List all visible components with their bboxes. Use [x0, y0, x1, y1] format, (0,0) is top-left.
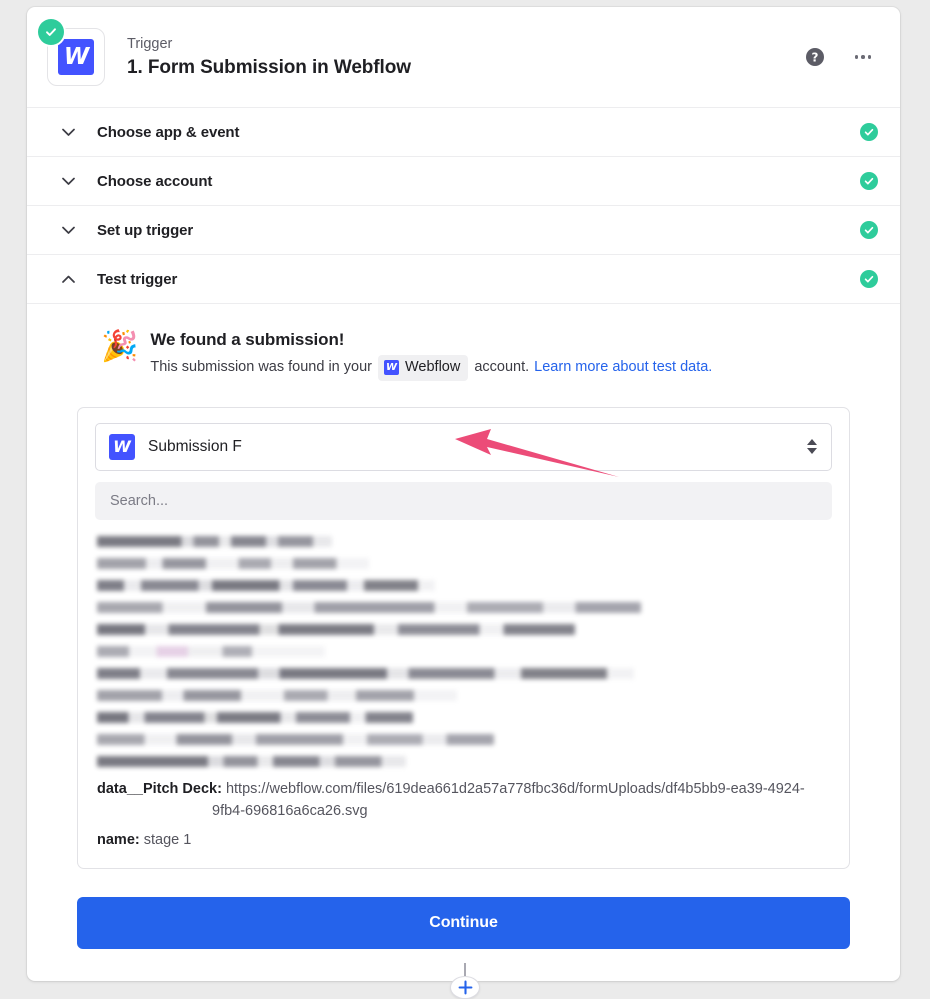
redacted-field-row	[97, 733, 494, 745]
add-step-button[interactable]	[450, 975, 480, 999]
step-title: 1. Form Submission in Webflow	[127, 56, 411, 78]
chevron-down-icon	[61, 174, 75, 188]
webflow-logo-mark: W	[58, 39, 94, 75]
test-data-panel: W Submission F Search... data__Pitch Dec…	[77, 406, 850, 870]
section-complete-check-icon	[860, 123, 878, 141]
field-value: stage 1	[143, 831, 192, 848]
chevron-down-icon	[807, 448, 817, 455]
step-header: W Trigger 1. Form Submission in Webflow …	[27, 7, 900, 107]
section-label: Test trigger	[97, 270, 178, 288]
webflow-chip-logo: W	[384, 360, 399, 376]
ellipsis-icon	[854, 55, 872, 59]
search-input[interactable]	[95, 481, 832, 520]
redacted-field-row	[97, 689, 458, 701]
svg-text:?: ?	[812, 50, 819, 64]
redacted-field-row	[97, 535, 333, 547]
more-options-icon[interactable]	[852, 46, 874, 68]
help-icon[interactable]: ?	[804, 46, 826, 68]
field-row-name: name: stage 1	[95, 829, 832, 851]
found-description-suffix: account.	[474, 359, 530, 375]
step-header-actions: ?	[804, 46, 878, 68]
section-label: Set up trigger	[97, 221, 194, 239]
record-select-value: Submission F	[148, 437, 242, 455]
chevron-down-icon	[61, 125, 75, 139]
stepper-arrows-icon[interactable]	[807, 439, 817, 455]
section-test-trigger[interactable]: Test trigger	[27, 254, 900, 303]
webflow-chip-label: Webflow	[405, 359, 461, 375]
trigger-step-card: W Trigger 1. Form Submission in Webflow …	[27, 7, 900, 982]
redacted-field-row	[97, 711, 414, 723]
field-key: data__Pitch Deck:	[97, 780, 222, 797]
party-popper-icon: 🎉	[101, 330, 139, 363]
section-label: Choose account	[97, 172, 213, 190]
found-description-prefix: This submission was found in your	[150, 359, 372, 375]
section-complete-check-icon	[860, 172, 878, 190]
field-row-pitch-deck: data__Pitch Deck: https://webflow.com/fi…	[95, 778, 832, 823]
chevron-down-icon	[61, 223, 75, 237]
webflow-record-icon: W	[109, 433, 135, 460]
webflow-account-chip: W Webflow	[378, 355, 469, 381]
section-choose-account[interactable]: Choose account	[27, 156, 900, 205]
step-header-texts: Trigger 1. Form Submission in Webflow	[127, 34, 804, 81]
app-icon-wrap: W	[38, 19, 105, 86]
redacted-field-row	[97, 557, 369, 569]
found-submission-block: 🎉 We found a submission! This submission…	[77, 330, 850, 381]
continue-button[interactable]: Continue	[77, 897, 850, 950]
found-submission-description: This submission was found in your W Webf…	[150, 355, 850, 381]
section-choose-app-and-event[interactable]: Choose app & event	[27, 107, 900, 156]
redacted-field-row	[97, 623, 575, 635]
redacted-field-row	[97, 601, 641, 613]
step-connector	[0, 963, 930, 999]
learn-more-link[interactable]: Learn more about test data.	[534, 357, 712, 379]
section-set-up-trigger[interactable]: Set up trigger	[27, 205, 900, 254]
step-kicker: Trigger	[127, 35, 173, 52]
redacted-fields-list	[95, 535, 832, 767]
chevron-up-icon	[807, 439, 817, 446]
record-select-dropdown[interactable]: W Submission F	[95, 422, 832, 471]
redacted-field-row	[97, 579, 436, 591]
section-label: Choose app & event	[97, 123, 240, 141]
section-complete-check-icon	[860, 270, 878, 288]
field-value: https://webflow.com/files/619dea661d2a57…	[212, 780, 805, 820]
redacted-field-row	[97, 667, 634, 679]
redacted-field-row	[97, 645, 325, 657]
field-key: name:	[97, 831, 140, 848]
test-trigger-body: 🎉 We found a submission! This submission…	[27, 303, 900, 981]
connector-line	[464, 963, 466, 976]
found-submission-title: We found a submission!	[150, 330, 345, 349]
redacted-field-row	[97, 755, 406, 767]
step-status-check-icon	[38, 19, 64, 45]
found-submission-texts: We found a submission! This submission w…	[150, 330, 850, 381]
section-complete-check-icon	[860, 221, 878, 239]
chevron-up-icon	[61, 272, 75, 286]
